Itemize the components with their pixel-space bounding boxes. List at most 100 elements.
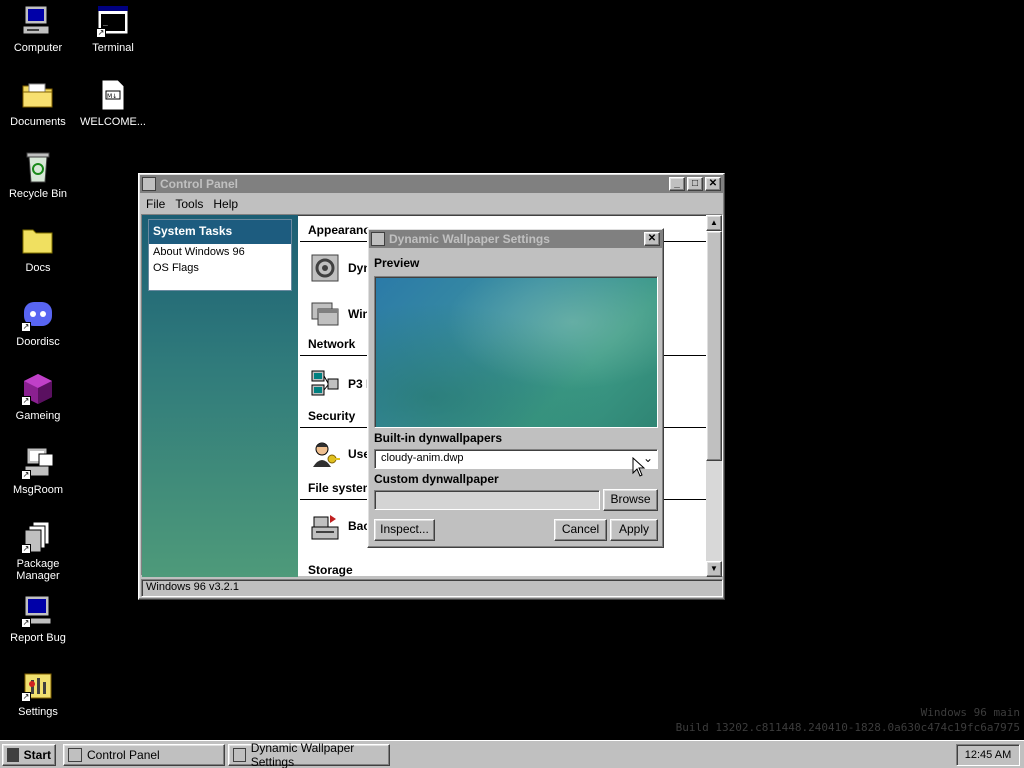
computer-icon — [21, 4, 55, 38]
custom-wallpaper-input[interactable] — [374, 490, 600, 510]
control-panel-titlebar[interactable]: Control Panel _ □ ✕ — [140, 175, 723, 193]
maximize-button[interactable]: □ — [687, 177, 703, 191]
dynamic-wallpaper-icon — [310, 253, 340, 283]
svg-text:_: _ — [103, 17, 108, 26]
item-windows[interactable]: Win — [310, 299, 370, 329]
system-tasks-panel: System Tasks About Windows 96 OS Flags — [148, 219, 292, 291]
status-bar: Windows 96 v3.2.1 — [141, 579, 723, 597]
desktop-icon-docs[interactable]: Docs — [0, 224, 76, 274]
user-key-icon — [310, 439, 340, 469]
close-button[interactable]: ✕ — [705, 177, 721, 191]
control-panel-icon — [142, 177, 156, 191]
desktop-icon-computer[interactable]: Computer — [0, 4, 76, 54]
gameing-icon: ↗ — [21, 372, 55, 406]
desktop-icon-msgroom[interactable]: ↗ MsgRoom — [0, 446, 76, 496]
category-storage: Storage — [308, 563, 353, 577]
desktop-icon-label: Settings — [18, 706, 58, 718]
build-watermark-line1: Windows 96 main — [920, 706, 1020, 719]
task-about-windows[interactable]: About Windows 96 — [149, 244, 291, 260]
documents-folder-icon — [21, 78, 55, 112]
item-users[interactable]: Use — [310, 439, 370, 469]
settings-icon: ↗ — [21, 668, 55, 702]
category-network: Network — [308, 337, 356, 351]
folder-icon — [21, 224, 55, 258]
menubar: File Tools Help — [139, 194, 724, 214]
taskbar-item-control-panel[interactable]: Control Panel — [63, 744, 225, 766]
doordisc-icon: ↗ — [21, 298, 55, 332]
preview-label: Preview — [374, 256, 420, 270]
window-title: Control Panel — [160, 177, 239, 191]
taskbar: Start Control Panel Dynamic Wallpaper Se… — [0, 740, 1024, 768]
sidebar: System Tasks About Windows 96 OS Flags — [142, 215, 298, 577]
system-tray-clock[interactable]: 12:45 AM — [956, 744, 1020, 766]
markdown-file-icon: M↓ — [96, 78, 130, 112]
system-tasks-header: System Tasks — [149, 220, 291, 244]
shortcut-arrow-icon: ↗ — [21, 544, 31, 554]
desktop-icon-package-manager[interactable]: ↗ Package Manager — [0, 520, 76, 582]
desktop-icon-settings[interactable]: ↗ Settings — [0, 668, 76, 718]
svg-text:M↓: M↓ — [107, 93, 117, 100]
desktop-icon-gameing[interactable]: ↗ Gameing — [0, 372, 76, 422]
dialog-titlebar[interactable]: Dynamic Wallpaper Settings ✕ — [369, 230, 662, 248]
desktop-icon-label: Computer — [13, 42, 63, 54]
taskbar-item-label: Control Panel — [87, 748, 160, 762]
desktop-icon-doordisc[interactable]: ↗ Doordisc — [0, 298, 76, 348]
close-button[interactable]: ✕ — [644, 232, 660, 246]
scroll-thumb[interactable] — [706, 231, 722, 461]
builtin-label: Built-in dynwallpapers — [374, 431, 503, 445]
desktop-icon-label: Gameing — [15, 410, 61, 422]
task-os-flags[interactable]: OS Flags — [149, 260, 291, 276]
wallpaper-preview — [374, 276, 658, 428]
shortcut-arrow-icon: ↗ — [21, 618, 31, 628]
vertical-scrollbar[interactable]: ▲ ▼ — [706, 215, 722, 577]
dialog-title: Dynamic Wallpaper Settings — [389, 232, 550, 246]
menu-file[interactable]: File — [141, 197, 170, 211]
terminal-icon: _ ↗ — [96, 4, 130, 38]
msgroom-icon: ↗ — [21, 446, 55, 480]
package-manager-icon: ↗ — [21, 520, 55, 554]
item-dynamic-wallpaper[interactable]: Dyn — [310, 253, 371, 283]
control-panel-icon — [68, 748, 82, 762]
custom-label: Custom dynwallpaper — [374, 472, 499, 486]
category-appearance: Appearanc — [308, 223, 371, 237]
windows-icon — [310, 299, 340, 329]
shortcut-arrow-icon: ↗ — [21, 692, 31, 702]
recycle-bin-icon — [21, 150, 55, 184]
desktop-icon-label: Terminal — [92, 42, 134, 54]
minimize-button[interactable]: _ — [669, 177, 685, 191]
desktop-icon-recycle-bin[interactable]: Recycle Bin — [0, 150, 76, 200]
apply-button[interactable]: Apply — [610, 519, 658, 541]
dynamic-wallpaper-icon — [233, 748, 246, 762]
backup-icon — [310, 511, 340, 541]
build-watermark-line2: Build 13202.c811448.240410-1828.0a630c47… — [675, 721, 1020, 734]
taskbar-item-dynamic-wallpaper[interactable]: Dynamic Wallpaper Settings — [228, 741, 390, 768]
desktop-icon-terminal[interactable]: _ ↗ Terminal — [75, 4, 151, 54]
menu-help[interactable]: Help — [208, 197, 243, 211]
builtin-wallpaper-select[interactable]: cloudy-anim.dwp ⌄ — [374, 449, 658, 469]
category-security: Security — [308, 409, 356, 423]
desktop-icon-label: WELCOME... — [79, 116, 146, 128]
menu-tools[interactable]: Tools — [170, 197, 208, 211]
inspect-button[interactable]: Inspect... — [374, 519, 435, 541]
start-logo-icon — [7, 748, 19, 762]
start-button[interactable]: Start — [2, 744, 56, 766]
scroll-up-button[interactable]: ▲ — [706, 215, 722, 231]
category-file-system: File system — [308, 481, 374, 495]
shortcut-arrow-icon: ↗ — [21, 396, 31, 406]
desktop-icon-documents[interactable]: Documents — [0, 78, 76, 128]
desktop-icon-welcome[interactable]: M↓ WELCOME... — [75, 78, 151, 128]
desktop-icon-label: Report Bug — [10, 632, 66, 644]
scroll-down-button[interactable]: ▼ — [706, 561, 722, 577]
desktop-icon-label: Recycle Bin — [8, 188, 68, 200]
dynamic-wallpaper-dialog: Dynamic Wallpaper Settings ✕ Preview Bui… — [367, 228, 664, 548]
shortcut-arrow-icon: ↗ — [21, 470, 31, 480]
cancel-button[interactable]: Cancel — [554, 519, 607, 541]
dynamic-wallpaper-icon — [371, 232, 385, 246]
browse-button[interactable]: Browse — [603, 489, 658, 511]
desktop-icon-label: Package Manager — [16, 558, 60, 582]
mouse-cursor-icon — [632, 456, 646, 480]
item-p3[interactable]: P3 I — [310, 369, 369, 399]
taskbar-item-label: Dynamic Wallpaper Settings — [250, 741, 355, 768]
item-backup[interactable]: Bac — [310, 511, 370, 541]
desktop-icon-report-bug[interactable]: ↗ Report Bug — [0, 594, 76, 644]
